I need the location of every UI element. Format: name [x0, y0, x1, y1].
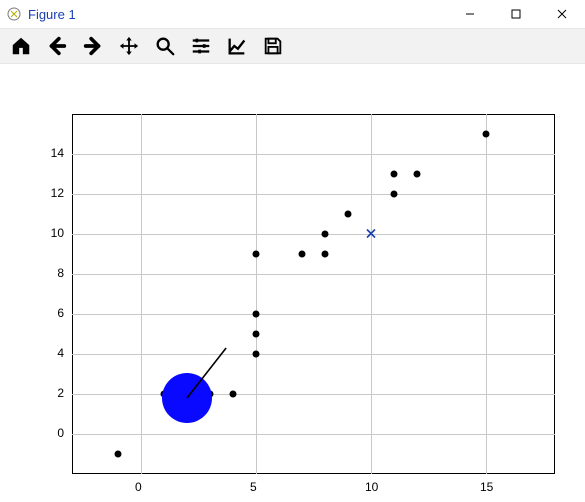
- marker-black-dots: [483, 131, 490, 138]
- home-button[interactable]: [6, 31, 36, 61]
- grid-hline: [72, 194, 555, 195]
- edit-axes-button[interactable]: [222, 31, 252, 61]
- y-tick-label: 8: [34, 266, 64, 280]
- grid-hline: [72, 154, 555, 155]
- configure-button[interactable]: [186, 31, 216, 61]
- maximize-button[interactable]: [493, 0, 539, 28]
- pan-button[interactable]: [114, 31, 144, 61]
- chart-canvas[interactable]: 0 5 10 15 0 2 4 6 8 10 12 14: [0, 64, 585, 500]
- grid-vline: [371, 114, 372, 474]
- forward-button[interactable]: [78, 31, 108, 61]
- save-icon: [262, 35, 284, 57]
- marker-black-dots: [322, 251, 329, 258]
- marker-black-dots: [253, 351, 260, 358]
- y-tick-label: 12: [34, 186, 64, 200]
- grid-vline: [486, 114, 487, 474]
- toolbar: [0, 28, 585, 64]
- move-icon: [118, 35, 140, 57]
- marker-black-dots: [391, 191, 398, 198]
- y-tick-label: 0: [34, 426, 64, 440]
- minimize-button[interactable]: [447, 0, 493, 28]
- marker-black-dots: [253, 311, 260, 318]
- save-button[interactable]: [258, 31, 288, 61]
- y-tick-label: 6: [34, 306, 64, 320]
- x-tick-label: 5: [250, 480, 257, 494]
- forward-icon: [82, 35, 104, 57]
- grid-hline: [72, 314, 555, 315]
- y-tick-label: 10: [34, 226, 64, 240]
- marker-blue-disc: [162, 373, 212, 423]
- plot-area: [72, 114, 555, 474]
- marker-black-dots: [230, 391, 237, 398]
- config-icon: [190, 35, 212, 57]
- marker-black-dots: [345, 211, 352, 218]
- app-icon: [6, 6, 22, 22]
- marker-black-dots: [299, 251, 306, 258]
- x-tick-label: 15: [480, 480, 493, 494]
- marker-black-dots: [253, 251, 260, 258]
- marker-blue-x: [366, 227, 376, 242]
- y-tick-label: 14: [34, 146, 64, 160]
- back-icon: [46, 35, 68, 57]
- marker-black-dots: [322, 231, 329, 238]
- grid-hline: [72, 234, 555, 235]
- grid-hline: [72, 394, 555, 395]
- x-tick-label: 0: [135, 480, 142, 494]
- grid-hline: [72, 274, 555, 275]
- marker-black-dots: [253, 331, 260, 338]
- marker-black-dots: [115, 451, 122, 458]
- grid-vline: [141, 114, 142, 474]
- zoom-icon: [154, 35, 176, 57]
- zoom-button[interactable]: [150, 31, 180, 61]
- marker-black-dots: [414, 171, 421, 178]
- grid-hline: [72, 434, 555, 435]
- grid-hline: [72, 354, 555, 355]
- window-title: Figure 1: [28, 7, 76, 22]
- back-button[interactable]: [42, 31, 72, 61]
- x-tick-label: 10: [365, 480, 378, 494]
- axes-icon: [226, 35, 248, 57]
- close-button[interactable]: [539, 0, 585, 28]
- grid-vline: [256, 114, 257, 474]
- home-icon: [10, 35, 32, 57]
- titlebar: Figure 1: [0, 0, 585, 28]
- y-tick-label: 2: [34, 386, 64, 400]
- y-tick-label: 4: [34, 346, 64, 360]
- marker-black-dots: [391, 171, 398, 178]
